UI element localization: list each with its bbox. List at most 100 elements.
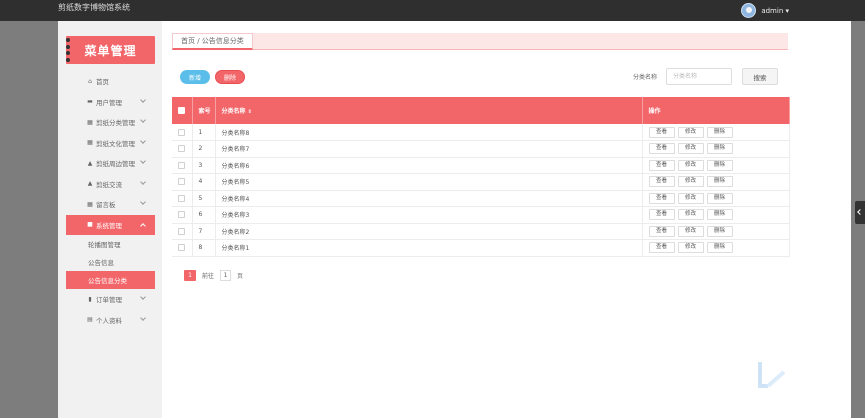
row-checkbox[interactable] (178, 227, 186, 235)
row-index: 5 (192, 190, 216, 207)
sidebar-item[interactable]: ⌂ 首页 (66, 71, 155, 92)
table-row: 2 分类名称7 查看 修改 删除 (172, 140, 790, 158)
sidebar-subitem[interactable]: 公告信息分类 (66, 271, 155, 289)
row-delete-button[interactable]: 删除 (706, 225, 733, 237)
sidebar-item[interactable]: ▬ 用户管理 (66, 92, 155, 113)
row-select-cell (172, 239, 193, 257)
sidebar-item-label: 留言板 (96, 201, 116, 210)
user-menu[interactable]: admin ▾ (741, 0, 789, 21)
view-button[interactable]: 查看 (648, 209, 675, 221)
row-checkbox[interactable] (178, 211, 186, 219)
row-select-cell (172, 157, 193, 174)
grid-icon: ▦ (87, 139, 93, 147)
select-all-checkbox[interactable] (178, 107, 186, 114)
row-checkbox[interactable] (178, 145, 186, 153)
table-row: 1 分类名称8 查看 修改 删除 (172, 124, 790, 141)
table-row: 8 分类名称1 查看 修改 删除 (172, 239, 790, 257)
row-ops: 查看 修改 删除 (642, 173, 790, 191)
edit-button[interactable]: 修改 (677, 225, 704, 237)
row-name: 分类名称8 (215, 124, 643, 141)
edit-button[interactable]: 修改 (677, 242, 704, 254)
row-checkbox[interactable] (178, 128, 186, 136)
row-delete-button[interactable]: 删除 (706, 126, 733, 138)
table-row: 4 分类名称5 查看 修改 删除 (172, 173, 790, 191)
sidebar-item-label: 订单管理 (96, 296, 122, 305)
breadcrumb[interactable]: 首页 / 公告信息分类 (172, 33, 253, 50)
name-header[interactable]: 分类名称 ⇕ (215, 97, 643, 124)
sidebar-item[interactable]: ▲ 剪纸交流 (66, 174, 155, 195)
row-checkbox[interactable] (178, 244, 186, 252)
row-name: 分类名称4 (215, 190, 643, 207)
add-button[interactable]: 新增 (180, 70, 210, 84)
sidebar-banner: 菜单管理 (66, 36, 155, 64)
sidebar-item[interactable]: ▤ 个人资料 (66, 310, 155, 331)
row-index: 1 (192, 124, 216, 141)
view-button[interactable]: 查看 (648, 143, 675, 155)
page-suffix: 页 (237, 273, 244, 280)
row-ops: 查看 修改 删除 (642, 157, 790, 174)
edit-button[interactable]: 修改 (677, 143, 704, 155)
row-index: 8 (192, 239, 216, 257)
row-delete-button[interactable]: 删除 (706, 159, 733, 171)
sidebar-item[interactable]: ▲ 剪纸周边管理 (66, 153, 155, 174)
view-button[interactable]: 查看 (648, 192, 675, 204)
chevron-down-icon (140, 117, 146, 123)
edit-button[interactable]: 修改 (677, 159, 704, 171)
row-name: 分类名称3 (215, 206, 643, 224)
row-index: 7 (192, 223, 216, 240)
row-ops: 查看 修改 删除 (642, 223, 790, 240)
sort-icon[interactable]: ⇕ (248, 109, 252, 115)
data-table: 索号 分类名称 ⇕ 操作 1 分类名称8 查看 修改 删除 2 分类名称7 查看 修改 删除 3 分类… (172, 97, 790, 257)
delete-button[interactable]: 删除 (215, 70, 245, 84)
sidebar-subitem[interactable]: 公告信息 (66, 253, 155, 271)
table-header-row: 索号 分类名称 ⇕ 操作 (172, 97, 790, 124)
view-button[interactable]: 查看 (648, 242, 675, 254)
sidebar-item[interactable]: ▮ 订单管理 (66, 289, 155, 310)
goto-page-input[interactable]: 1 (220, 270, 232, 281)
sidebar-item[interactable]: ▦ 剪纸分类管理 (66, 112, 155, 133)
sidebar-menu: ⌂ 首页 ▬ 用户管理 ▦ 剪纸分类管理 ▦ 剪纸文化管理 ▲ 剪纸周边管理 ▲ 剪纸交流 ▦ 留言板 ■ 系… (66, 71, 155, 330)
row-delete-button[interactable]: 删除 (706, 176, 733, 188)
edit-button[interactable]: 修改 (677, 192, 704, 204)
row-checkbox[interactable] (178, 178, 186, 186)
sidebar-item[interactable]: ▦ 留言板 (66, 194, 155, 215)
row-delete-button[interactable]: 删除 (706, 242, 733, 254)
view-button[interactable]: 查看 (648, 176, 675, 188)
username-label[interactable]: admin ▾ (761, 7, 789, 15)
app-title: 剪纸数字博物馆系统 (58, 3, 130, 12)
side-toggle-icon[interactable] (855, 201, 865, 224)
top-bar: 剪纸数字博物馆系统 admin ▾ (0, 0, 865, 21)
row-select-cell (172, 124, 193, 141)
view-button[interactable]: 查看 (648, 225, 675, 237)
view-button[interactable]: 查看 (648, 126, 675, 138)
table-row: 5 分类名称4 查看 修改 删除 (172, 190, 790, 207)
row-checkbox[interactable] (178, 194, 186, 202)
search-input[interactable] (666, 68, 732, 85)
page-number-current[interactable]: 1 (184, 270, 196, 281)
name-header-label: 分类名称 (221, 108, 246, 115)
sidebar-item[interactable]: ■ 系统管理 (66, 214, 155, 235)
row-delete-button[interactable]: 删除 (706, 143, 733, 155)
row-select-cell (172, 190, 193, 207)
edit-button[interactable]: 修改 (677, 176, 704, 188)
view-button[interactable]: 查看 (648, 159, 675, 171)
edit-button[interactable]: 修改 (677, 209, 704, 221)
table-row: 6 分类名称3 查看 修改 删除 (172, 206, 790, 224)
search-button[interactable]: 搜索 (742, 68, 778, 85)
row-checkbox[interactable] (178, 161, 186, 169)
home-icon: ⌂ (88, 77, 92, 85)
person-icon: ▲ (87, 159, 93, 167)
row-ops: 查看 修改 删除 (642, 239, 790, 257)
pagination: 1 前往 1 页 (184, 270, 243, 281)
sidebar-item[interactable]: ▦ 剪纸文化管理 (66, 133, 155, 154)
index-header: 索号 (192, 97, 216, 124)
table-body: 1 分类名称8 查看 修改 删除 2 分类名称7 查看 修改 删除 3 分类名称6 查看 修改 删除 4 分类名… (172, 124, 790, 257)
edit-button[interactable]: 修改 (677, 126, 704, 138)
row-name: 分类名称5 (215, 173, 643, 191)
sidebar-subitem[interactable]: 轮播图管理 (66, 235, 155, 253)
row-delete-button[interactable]: 删除 (706, 192, 733, 204)
avatar[interactable] (741, 3, 757, 18)
table-row: 3 分类名称6 查看 修改 删除 (172, 157, 790, 174)
row-delete-button[interactable]: 删除 (706, 209, 733, 221)
chevron-down-icon (140, 178, 146, 185)
